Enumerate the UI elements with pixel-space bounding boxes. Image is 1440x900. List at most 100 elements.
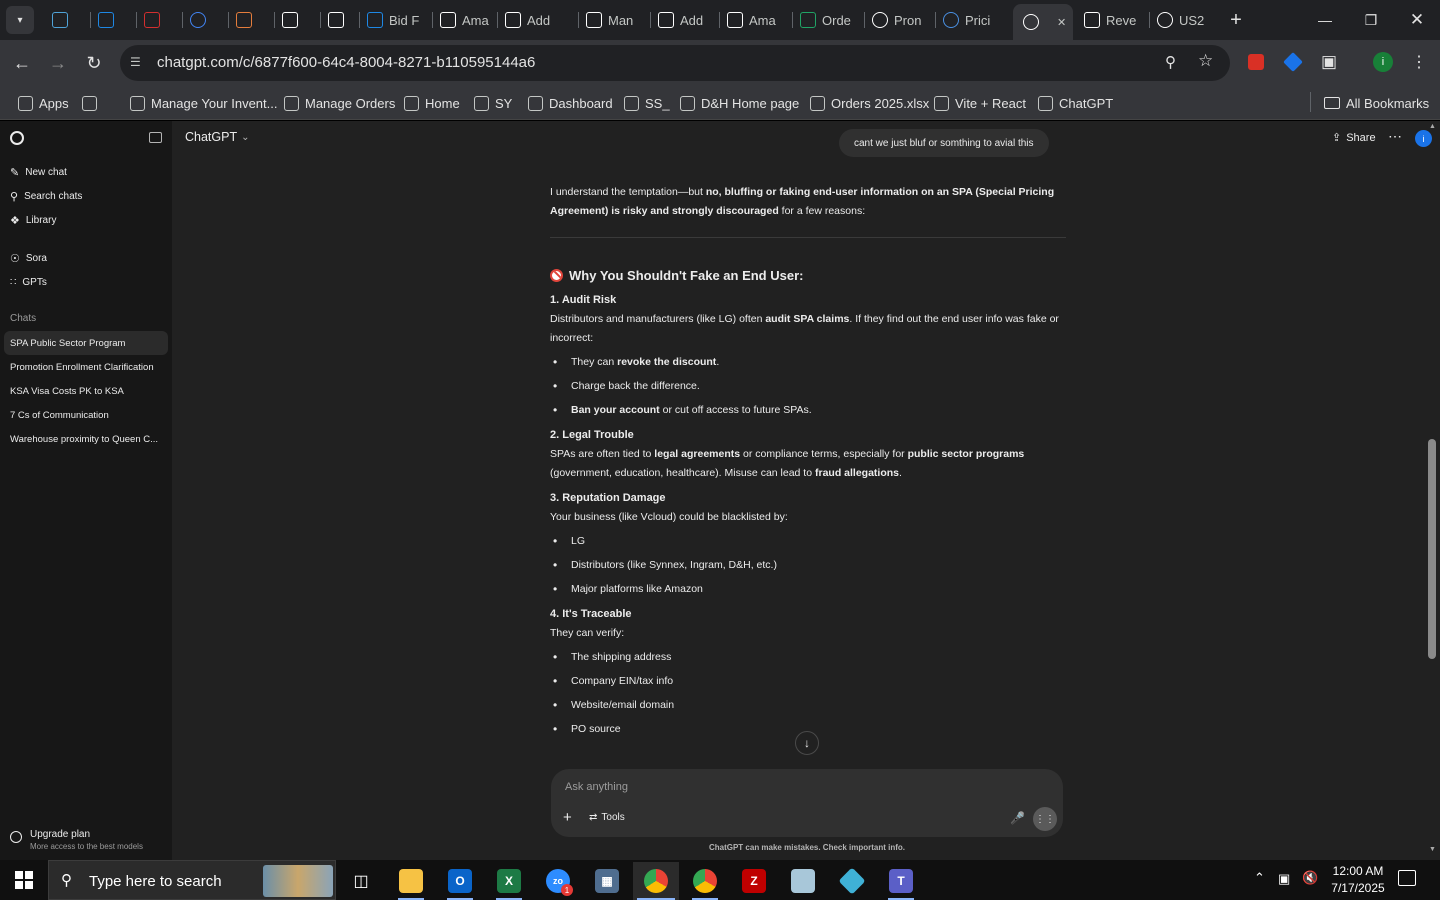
scrollbar-down-arrow[interactable]: ▼	[1429, 846, 1436, 853]
new-chat-button[interactable]: ✎ New chat	[10, 161, 67, 183]
clock[interactable]: 12:00 AM 7/17/2025	[1326, 863, 1390, 897]
forward-button[interactable]: →	[46, 51, 70, 75]
browser-tab[interactable]: Man	[586, 6, 646, 34]
sora-button[interactable]: ☉ Sora	[10, 247, 47, 269]
bookmark-item[interactable]: Manage Your Invent...	[130, 92, 277, 114]
back-button[interactable]: ←	[10, 51, 34, 75]
upgrade-plan-button[interactable]: Upgrade plan More access to the best mod…	[10, 827, 170, 855]
outlook-taskbar[interactable]: O	[437, 862, 483, 900]
google-icon	[1157, 12, 1173, 28]
user-avatar[interactable]: i	[1415, 130, 1432, 147]
bookmark-item[interactable]: SS_	[624, 92, 670, 114]
close-sidebar-icon[interactable]	[149, 132, 162, 143]
extension-red-icon[interactable]	[1245, 51, 1267, 73]
restore-button[interactable]: ❐	[1348, 0, 1394, 40]
tab-search-button[interactable]: ▾	[6, 6, 34, 34]
browser-tab[interactable]: Add	[505, 6, 565, 34]
browser-tab[interactable]	[98, 6, 128, 34]
library-label: Library	[25, 214, 57, 226]
chat-item[interactable]: 7 Cs of Communication	[4, 403, 168, 427]
bookmark-item[interactable]	[82, 92, 97, 114]
chatgpt-logo-icon[interactable]	[10, 131, 24, 145]
chat-item[interactable]: Promotion Enrollment Clarification	[4, 355, 168, 379]
extensions-puzzle-icon[interactable]: ▣	[1318, 51, 1340, 73]
bookmark-item[interactable]: ChatGPT	[1038, 92, 1113, 114]
browser-tab[interactable]	[328, 6, 358, 34]
vpn-taskbar[interactable]	[829, 862, 875, 900]
chat-main-panel: ChatGPT ⌄ ⇪ Share ⋯ i cant we just bluf …	[172, 121, 1440, 860]
network-icon[interactable]: ▣	[1278, 871, 1290, 887]
teams-taskbar[interactable]: T	[878, 862, 924, 900]
browser-tab[interactable]	[190, 6, 220, 34]
bookmark-item[interactable]: Vite + React	[934, 92, 1026, 114]
bookmark-star-icon[interactable]: ☆	[1198, 51, 1213, 71]
browser-tab[interactable]: Ama	[440, 6, 500, 34]
library-button[interactable]: ❖ Library	[10, 209, 56, 231]
app-taskbar[interactable]	[780, 862, 826, 900]
browser-tab[interactable]: ✕	[1013, 4, 1073, 40]
close-window-button[interactable]: ✕	[1394, 0, 1440, 40]
excel-taskbar[interactable]: X	[486, 862, 532, 900]
scrollbar-up-arrow[interactable]: ▲	[1429, 123, 1436, 130]
show-hidden-icons[interactable]: ⌃	[1254, 870, 1265, 886]
browser-tab[interactable]: US2	[1157, 6, 1217, 34]
address-bar[interactable]: ☰ chatgpt.com/c/6877f600-64c4-8004-8271-…	[120, 45, 1230, 81]
scroll-to-bottom-button[interactable]: ↓	[795, 731, 819, 755]
bookmark-item[interactable]: SY	[474, 92, 512, 114]
scrollbar[interactable]	[1428, 439, 1436, 659]
browser-tab[interactable]: Add	[658, 6, 718, 34]
bookmark-item[interactable]: Home	[404, 92, 460, 114]
add-attachment-button[interactable]: +	[563, 809, 572, 826]
browser-tab[interactable]	[52, 6, 82, 34]
calculator-taskbar[interactable]: ▦	[584, 862, 630, 900]
microphone-icon[interactable]: 🎤	[1010, 811, 1025, 825]
browser-tab[interactable]: Prici	[943, 6, 1003, 34]
chrome-taskbar-active[interactable]	[633, 862, 679, 900]
tools-button[interactable]: ⇄ Tools	[589, 812, 625, 823]
chat-item[interactable]: Warehouse proximity to Queen C...	[4, 427, 168, 451]
taskbar-search-box[interactable]: ⚲ Type here to search	[48, 860, 336, 900]
task-view-button[interactable]: ◫	[338, 862, 384, 900]
notifications-icon[interactable]	[1398, 870, 1416, 886]
browser-tab[interactable]: Ama	[727, 6, 787, 34]
zoom-icon[interactable]: ⚲	[1165, 53, 1176, 71]
prompt-input[interactable]: Ask anything	[565, 781, 628, 793]
new-tab-button[interactable]: +	[1224, 8, 1248, 32]
kebab-menu-icon[interactable]: ⋮	[1408, 51, 1430, 73]
share-button[interactable]: ⇪ Share	[1332, 131, 1376, 145]
site-info-icon[interactable]: ☰	[130, 55, 141, 69]
bookmark-item[interactable]: Manage Orders	[284, 92, 395, 114]
chat-item[interactable]: SPA Public Sector Program	[4, 331, 168, 355]
bookmark-item[interactable]: D&H Home page	[680, 92, 799, 114]
minimize-button[interactable]: —	[1302, 0, 1348, 40]
voice-mode-button[interactable]: ⋮⋮	[1033, 807, 1057, 831]
reload-button[interactable]: ↻	[82, 51, 106, 75]
gpts-button[interactable]: ∷ GPTs	[10, 271, 47, 293]
chat-item[interactable]: KSA Visa Costs PK to KSA	[4, 379, 168, 403]
browser-tab[interactable]: Bid F	[367, 6, 427, 34]
bookmark-item[interactable]: Orders 2025.xlsx	[810, 92, 929, 114]
close-tab-icon[interactable]: ✕	[1057, 16, 1066, 29]
windows-start-button[interactable]	[0, 860, 48, 900]
file-explorer-taskbar[interactable]	[388, 862, 434, 900]
profile-avatar[interactable]: i	[1372, 51, 1394, 73]
extension-blue-icon[interactable]	[1282, 51, 1304, 73]
browser-tab[interactable]	[236, 6, 266, 34]
browser-tab[interactable]: Pron	[872, 6, 932, 34]
model-selector[interactable]: ChatGPT ⌄	[185, 130, 250, 144]
browser-tab[interactable]: Orde	[800, 6, 860, 34]
browser-tab[interactable]: Reve	[1084, 6, 1144, 34]
bookmark-item[interactable]: Apps	[18, 92, 69, 114]
url-text[interactable]: chatgpt.com/c/6877f600-64c4-8004-8271-b1…	[157, 54, 535, 71]
chrome-taskbar-2[interactable]	[682, 862, 728, 900]
zoom-taskbar[interactable]: zo 1	[535, 862, 581, 900]
search-chats-button[interactable]: ⚲ Search chats	[10, 185, 82, 207]
all-bookmarks-button[interactable]: All Bookmarks	[1324, 92, 1429, 114]
tab-separator	[432, 12, 433, 28]
browser-tab[interactable]	[282, 6, 312, 34]
browser-tab[interactable]	[144, 6, 174, 34]
bookmark-item[interactable]: Dashboard	[528, 92, 613, 114]
more-options-icon[interactable]: ⋯	[1388, 128, 1402, 145]
volume-muted-icon[interactable]: 🔇	[1302, 870, 1318, 886]
filezilla-taskbar[interactable]: Z	[731, 862, 777, 900]
